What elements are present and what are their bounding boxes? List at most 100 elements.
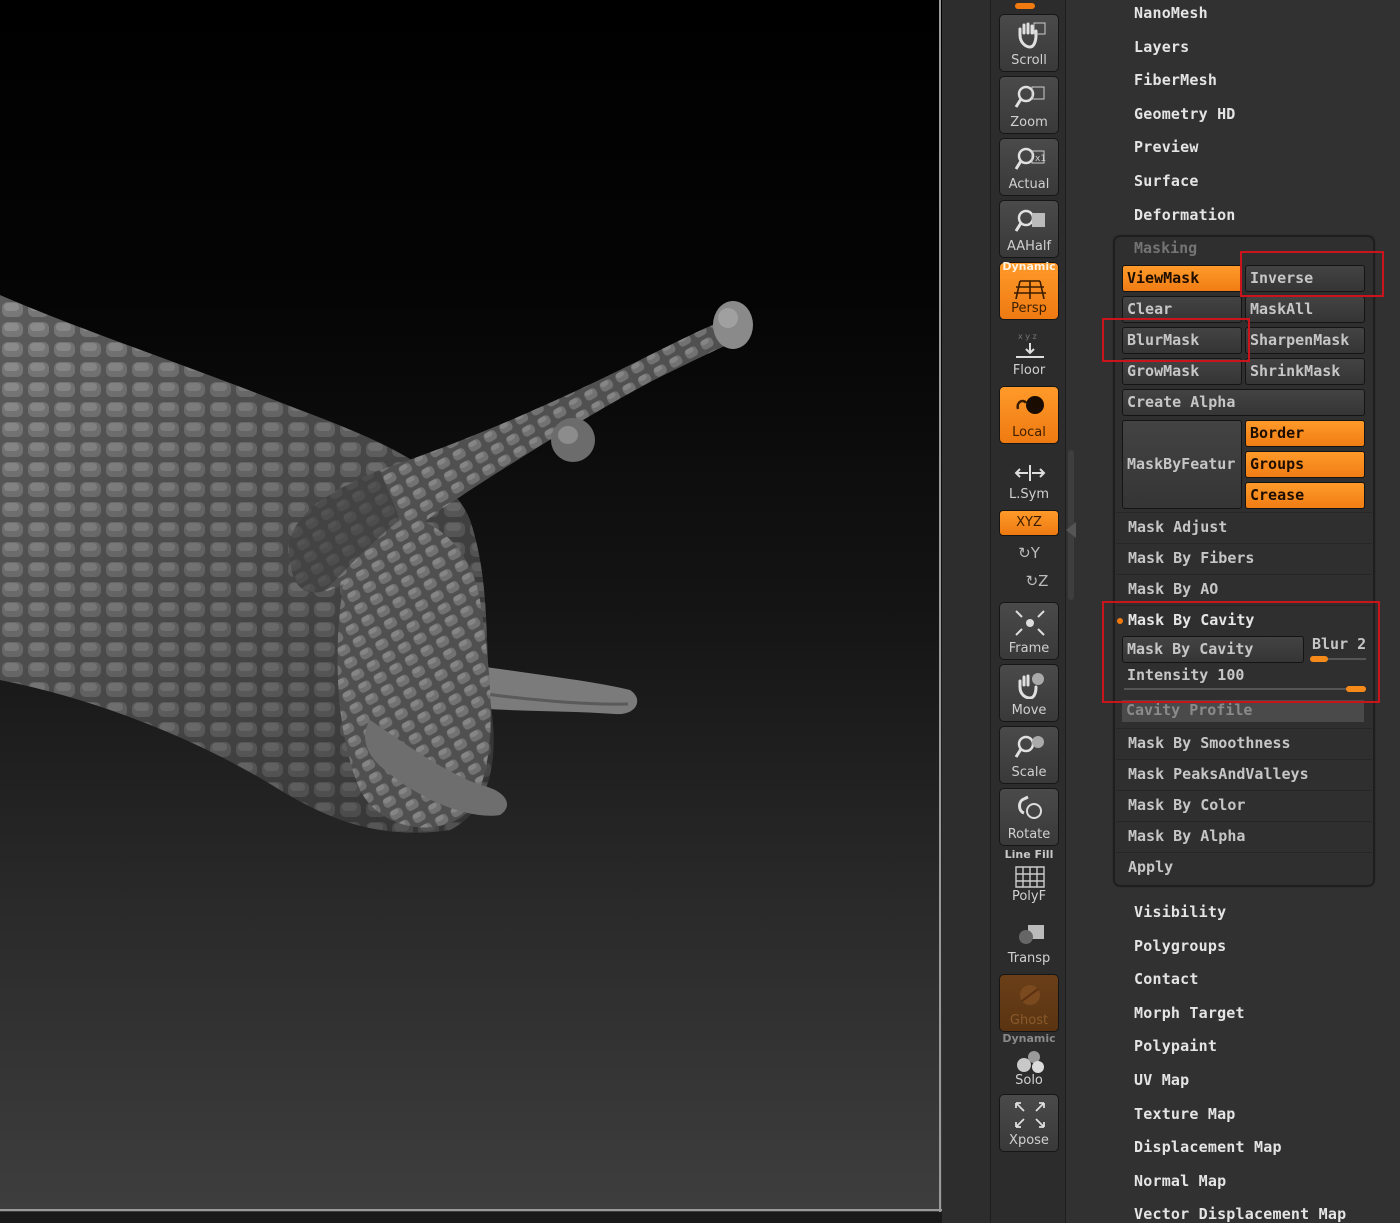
subpalette-fibermesh[interactable]: FiberMesh (1134, 71, 1217, 89)
rotate-icon (1018, 795, 1042, 819)
actual-label: Actual (1008, 177, 1050, 192)
subpalette-texture-map[interactable]: Texture Map (1134, 1105, 1236, 1123)
mask-by-alpha-row[interactable]: Mask By Alpha (1116, 821, 1372, 851)
border-toggle[interactable]: Border (1245, 420, 1365, 447)
rotate-button[interactable]: Rotate (999, 788, 1059, 846)
ghost-button[interactable]: Ghost (999, 974, 1059, 1032)
scale-icon (1014, 735, 1044, 758)
floor-button[interactable]: x y z Floor (999, 324, 1059, 382)
solo-spheres-icon (1017, 1051, 1044, 1073)
subpalette-displacement-map[interactable]: Displacement Map (1134, 1138, 1282, 1156)
subpalette-visibility[interactable]: Visibility (1134, 903, 1226, 921)
xpose-button[interactable]: Xpose (999, 1094, 1059, 1152)
svg-text:x1: x1 (1035, 154, 1046, 164)
snail-model (0, 295, 753, 833)
rotate-label: Rotate (1007, 827, 1051, 842)
mask-by-ao-row[interactable]: Mask By AO (1116, 574, 1372, 604)
xpose-label: Xpose (1009, 1133, 1049, 1148)
highlight-box-inverse (1240, 251, 1384, 297)
sharpenmask-button[interactable]: SharpenMask (1245, 327, 1365, 354)
local-button[interactable]: Local (999, 386, 1059, 444)
mask-adjust-row[interactable]: Mask Adjust (1116, 512, 1372, 542)
subpalette-surface[interactable]: Surface (1134, 172, 1199, 190)
scale-label: Scale (1011, 765, 1047, 780)
frame-label: Frame (1008, 641, 1050, 656)
subpalette-deformation[interactable]: Deformation (1134, 206, 1236, 224)
subpalette-masking[interactable]: Masking (1134, 239, 1197, 257)
lsym-button[interactable]: L.Sym (999, 448, 1059, 506)
maskbyfeature-button[interactable]: MaskByFeatur (1122, 420, 1242, 509)
move-button[interactable]: Move (999, 664, 1059, 722)
subpalette-geometry-hd[interactable]: Geometry HD (1134, 105, 1236, 123)
ghost-label: Ghost (1009, 1013, 1049, 1028)
polyf-button[interactable]: Line Fill PolyF (999, 849, 1059, 908)
shrinkmask-button[interactable]: ShrinkMask (1245, 358, 1365, 385)
create-alpha-button[interactable]: Create Alpha (1122, 389, 1365, 416)
aahalf-label: AAHalf (1006, 239, 1052, 254)
mask-by-fibers-row[interactable]: Mask By Fibers (1116, 543, 1372, 573)
subpalette-preview[interactable]: Preview (1134, 138, 1199, 156)
subpalette-normal-map[interactable]: Normal Map (1134, 1172, 1226, 1190)
magnifier-half-icon (1014, 209, 1045, 232)
highlight-box-mask-by-cavity (1102, 601, 1380, 703)
mask-peaksandvalleys-row[interactable]: Mask PeaksAndValleys (1116, 759, 1372, 789)
crease-toggle[interactable]: Crease (1245, 482, 1365, 509)
subpalette-nanomesh[interactable]: NanoMesh (1134, 4, 1208, 22)
move-label: Move (1011, 703, 1047, 718)
symmetry-arrows-icon (1014, 465, 1046, 481)
actual-button[interactable]: x1 Actual (999, 138, 1059, 196)
viewmask-button[interactable]: ViewMask (1122, 265, 1242, 292)
palette-collapse-arrow-icon[interactable] (1066, 522, 1076, 538)
zoom-label: Zoom (1010, 115, 1048, 130)
subpalette-polygroups[interactable]: Polygroups (1134, 937, 1226, 955)
xyz-symmetry-button[interactable]: XYZ (999, 510, 1059, 536)
subpalette-vector-displacement-map[interactable]: Vector Displacement Map (1134, 1205, 1346, 1223)
local-rotate-icon (1016, 396, 1044, 414)
floor-icon: x y z (1016, 332, 1044, 358)
scroll-button[interactable]: Scroll (999, 14, 1059, 72)
transp-button[interactable]: Transp (999, 912, 1059, 970)
persp-button[interactable]: Dynamic Persp (999, 260, 1059, 320)
subpalette-uv-map[interactable]: UV Map (1134, 1071, 1189, 1089)
floor-label: Floor (1012, 363, 1046, 378)
frame-button[interactable]: Frame (999, 602, 1059, 660)
persp-dynamic-label: Dynamic (1002, 260, 1056, 273)
shelf-drag-handle[interactable] (1015, 3, 1035, 9)
mask-by-smoothness-row[interactable]: Mask By Smoothness (1116, 728, 1372, 758)
local-label: Local (1012, 425, 1046, 440)
cavity-profile-curve[interactable]: Cavity Profile (1122, 700, 1364, 722)
subpalette-morph-target[interactable]: Morph Target (1134, 1004, 1245, 1022)
rotate-y-label: ↻Y (1018, 544, 1040, 562)
solo-dynamic-label: Dynamic (1002, 1032, 1056, 1045)
rotate-z-icon[interactable]: ↻Z (999, 572, 1075, 590)
mask-by-color-row[interactable]: Mask By Color (1116, 790, 1372, 820)
perspective-grid-icon (1014, 280, 1046, 300)
xyz-label: XYZ (1016, 515, 1042, 530)
apply-row[interactable]: Apply (1116, 852, 1372, 882)
scale-button[interactable]: Scale (999, 726, 1059, 784)
canvas-margin (942, 0, 990, 1223)
magnifier-1x-icon: x1 (1014, 147, 1046, 170)
rotate-y-icon[interactable]: ↻Y (991, 544, 1067, 562)
rotate-z-label: ↻Z (1025, 572, 1049, 590)
scroll-label: Scroll (1011, 53, 1047, 68)
ghost-icon (1020, 985, 1040, 1005)
aahalf-button[interactable]: AAHalf (999, 200, 1059, 258)
subpalette-polypaint[interactable]: Polypaint (1134, 1037, 1217, 1055)
viewport-canvas[interactable] (0, 0, 942, 1212)
solo-label: Solo (1015, 1073, 1043, 1088)
solo-button[interactable]: Dynamic Solo (999, 1032, 1059, 1092)
highlight-box-blurmask (1102, 318, 1250, 362)
subpalette-contact[interactable]: Contact (1134, 970, 1199, 988)
zoom-button[interactable]: Zoom (999, 76, 1059, 134)
growmask-button[interactable]: GrowMask (1122, 358, 1242, 385)
viewport-border (939, 0, 941, 1212)
groups-toggle[interactable]: Groups (1245, 451, 1365, 478)
maskall-button[interactable]: MaskAll (1245, 296, 1365, 323)
persp-label: Persp (1011, 301, 1047, 316)
polyframe-grid-icon (1015, 866, 1045, 888)
subpalette-layers[interactable]: Layers (1134, 38, 1189, 56)
hand-icon (1018, 22, 1046, 49)
polyf-label: PolyF (1011, 889, 1047, 904)
right-shelf: Scroll Zoom x1 Actual AAHalf Dynamic Per… (990, 0, 1066, 1223)
